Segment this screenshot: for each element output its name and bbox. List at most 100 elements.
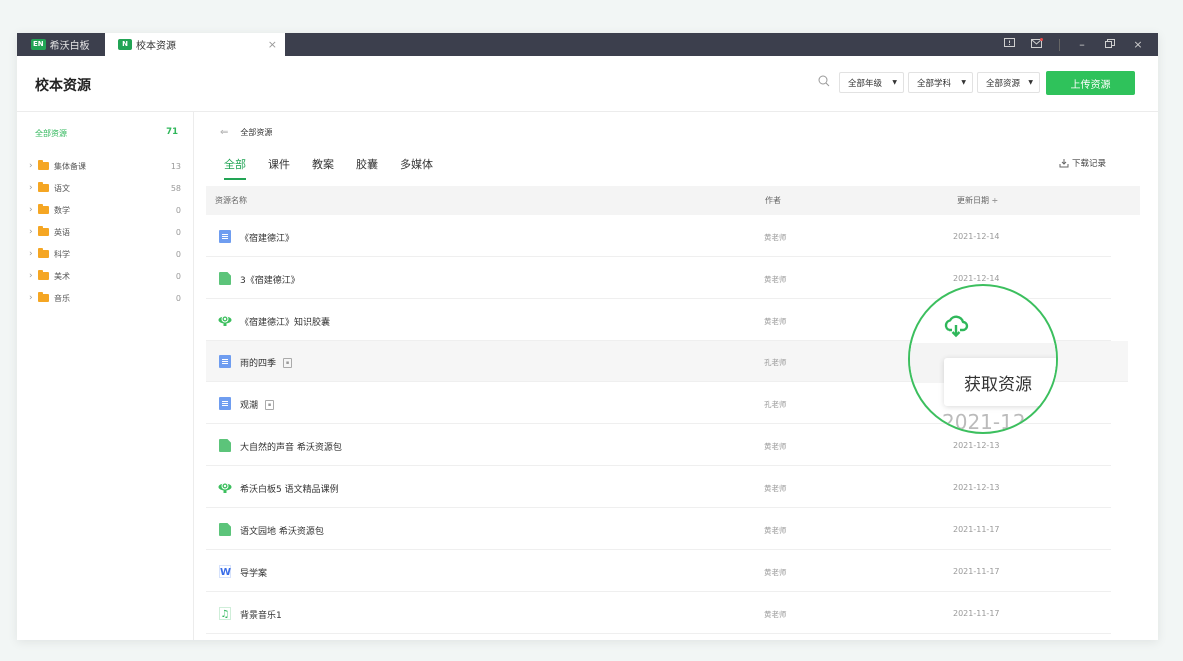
chevron-right-icon[interactable]: › (29, 205, 38, 215)
resource-name: 观潮 (240, 401, 259, 411)
tab-all[interactable]: 全部 (224, 156, 246, 180)
resource-name: 3《宿建德江》 (240, 276, 300, 286)
sidebar: 全部资源 71 › 集体备课 13 › 语文 58 › 数学 0 › 英语 0 … (17, 112, 194, 640)
tab-school-resources[interactable]: N 校本资源 × (105, 33, 285, 56)
column-header-name: 资源名称 (215, 196, 247, 205)
sidebar-folder[interactable]: › 美术 0 (29, 268, 181, 284)
tab-capsule[interactable]: 胶囊 (356, 156, 378, 172)
chevron-right-icon[interactable]: › (29, 293, 38, 303)
tab-close-icon[interactable]: × (268, 38, 277, 51)
folder-icon (38, 270, 49, 280)
resource-name: 《宿建德江》 (240, 234, 295, 244)
breadcrumb: ⇐ 全部资源 (220, 127, 272, 138)
resource-name: 希沃白板5 语文精品课例 (240, 485, 339, 495)
caret-down-icon: ▼ (961, 79, 966, 86)
tab-app[interactable]: EN 希沃白板 (17, 33, 104, 56)
restore-icon[interactable] (1096, 38, 1124, 51)
folder-count: 13 (170, 161, 181, 171)
tab-courseware[interactable]: 课件 (268, 156, 290, 172)
cloud-download-icon[interactable] (943, 314, 969, 340)
resource-author: 孔老师 (764, 358, 787, 367)
download-record-label: 下载记录 (1071, 159, 1106, 169)
resource-name: 《宿建德江》知识胶囊 (240, 318, 331, 328)
subject-filter-dropdown[interactable]: 全部学科 ▼ (908, 72, 973, 93)
doc-icon (219, 355, 231, 368)
tab-multimedia[interactable]: 多媒体 (400, 156, 433, 172)
folder-count: 0 (175, 227, 181, 237)
folder-label: 音乐 (54, 293, 70, 303)
resource-name: 大自然的声音 希沃资源包 (240, 443, 342, 453)
chevron-right-icon[interactable]: › (29, 227, 38, 237)
file-icon (219, 272, 231, 285)
resource-author: 黄老师 (764, 317, 787, 326)
upload-resource-button[interactable]: 上传资源 (1046, 71, 1135, 95)
page-title: 校本资源 (35, 78, 91, 94)
word-icon: W (219, 565, 232, 578)
folder-icon (38, 226, 49, 236)
table-row[interactable]: W 导学案 黄老师 2021-11-17 (206, 551, 1111, 592)
doc-icon (219, 230, 231, 243)
folder-count: 0 (175, 249, 181, 259)
search-icon[interactable] (817, 74, 831, 88)
sidebar-folder[interactable]: › 英语 0 (29, 224, 181, 240)
resource-name-wrap: 雨的四季 ▪ (240, 356, 293, 369)
category-tabs: 全部 课件 教案 胶囊 多媒体 (224, 156, 455, 180)
subject-filter-label: 全部学科 (917, 78, 952, 89)
folder-icon (38, 292, 49, 302)
table-row[interactable]: ♫ 背景音乐1 黄老师 2021-11-17 (206, 593, 1111, 634)
resource-author: 黄老师 (764, 484, 787, 493)
resource-filter-dropdown[interactable]: 全部资源 ▼ (977, 72, 1040, 93)
file-icon (219, 523, 231, 536)
chevron-right-icon[interactable]: › (29, 161, 38, 171)
sidebar-all-count: 71 (166, 127, 178, 137)
resource-author: 黄老师 (764, 568, 787, 577)
table-row[interactable]: 《宿建德江》 黄老师 2021-12-14 (206, 216, 1111, 257)
magnified-date-fragment: 2021-12 (942, 410, 1026, 434)
download-record-button[interactable]: 下载记录 (1059, 157, 1106, 169)
folder-label: 集体备课 (54, 161, 86, 171)
folder-count: 0 (175, 293, 181, 303)
tab-lesson-plan[interactable]: 教案 (312, 156, 334, 172)
feedback-icon[interactable] (995, 38, 1023, 51)
folder-icon (38, 160, 49, 170)
sidebar-folder[interactable]: › 集体备课 13 (29, 158, 181, 174)
table-row[interactable]: 希沃白板5 语文精品课例 黄老师 2021-12-13 (206, 467, 1111, 508)
grade-filter-dropdown[interactable]: 全部年级 ▼ (839, 72, 904, 93)
breadcrumb-current: 全部资源 (240, 128, 273, 137)
resource-author: 黄老师 (764, 233, 787, 242)
table-header: 资源名称 作者 更新日期 ÷ (206, 186, 1140, 215)
folder-icon (38, 182, 49, 192)
get-resource-tooltip: 获取资源 (944, 358, 1056, 406)
title-bar: EN 希沃白板 N 校本资源 × – × (17, 33, 1158, 56)
resource-author: 黄老师 (764, 442, 787, 451)
minimize-icon[interactable]: – (1068, 38, 1096, 51)
folder-icon (38, 204, 49, 214)
table-row[interactable]: 语文园地 希沃资源包 黄老师 2021-11-17 (206, 509, 1111, 550)
sidebar-folder[interactable]: › 科学 0 (29, 246, 181, 262)
back-arrow-icon[interactable]: ⇐ (220, 127, 228, 138)
page-header: 校本资源 全部年级 ▼ 全部学科 ▼ 全部资源 ▼ 上传资源 (17, 56, 1158, 112)
resource-name: 语文园地 希沃资源包 (240, 527, 324, 537)
folder-count: 58 (170, 183, 181, 193)
folder-icon (38, 248, 49, 258)
close-window-icon[interactable]: × (1124, 38, 1152, 51)
resource-name: 雨的四季 (240, 359, 277, 369)
resource-date: 2021-11-17 (953, 567, 1000, 576)
attachment-icon: ▪ (265, 399, 275, 410)
chevron-right-icon[interactable]: › (29, 249, 38, 259)
sidebar-item-all[interactable]: 全部资源 (35, 128, 67, 139)
sidebar-folder[interactable]: › 语文 58 (29, 180, 181, 196)
window-controls-divider (1059, 38, 1060, 51)
folder-count: 0 (175, 271, 181, 281)
column-header-date[interactable]: 更新日期 ÷ (957, 195, 998, 206)
resource-date: 2021-12-13 (953, 483, 1000, 492)
grade-filter-label: 全部年级 (848, 78, 883, 89)
resource-author: 黄老师 (764, 610, 787, 619)
message-icon[interactable] (1023, 38, 1051, 51)
sidebar-folder[interactable]: › 数学 0 (29, 202, 181, 218)
chevron-right-icon[interactable]: › (29, 271, 38, 281)
sidebar-folder[interactable]: › 音乐 0 (29, 290, 181, 306)
chevron-right-icon[interactable]: › (29, 183, 38, 193)
resource-date: 2021-11-17 (953, 525, 1000, 534)
music-icon: ♫ (219, 607, 231, 620)
